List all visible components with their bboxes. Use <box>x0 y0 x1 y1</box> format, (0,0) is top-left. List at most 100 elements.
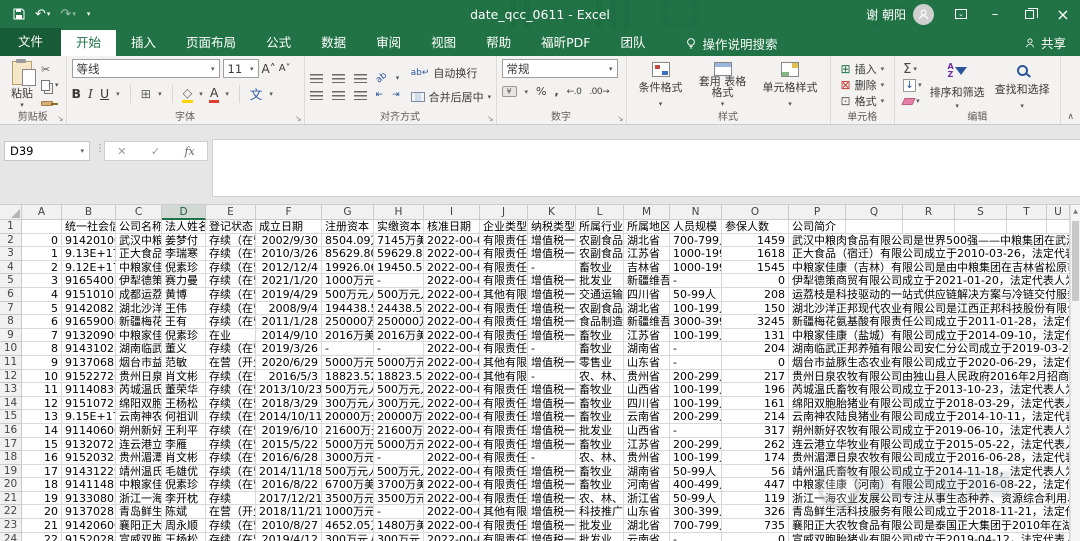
cell[interactable]: 批发业 <box>576 533 624 541</box>
cell[interactable]: 915203281 <box>62 451 116 465</box>
cell[interactable]: 湖南省 <box>624 342 670 356</box>
cell[interactable]: 50-99人 <box>670 288 722 302</box>
cell[interactable]: 绵阳双胞胎猪业有限公司 <box>116 397 162 411</box>
cell-header[interactable]: 注册资本 <box>322 220 374 234</box>
row-header-14[interactable]: 14 <box>0 397 22 411</box>
cell[interactable]: 朔州新好农牧有限公司 <box>116 424 162 438</box>
cell[interactable]: 陈斌 <box>162 505 206 519</box>
cell[interactable]: 畜牧业 <box>576 478 624 492</box>
fill-color-button[interactable]: ◇ <box>183 85 193 103</box>
cell[interactable]: 2022-00-00 <box>424 492 480 506</box>
cell[interactable]: 913706831 <box>62 356 116 370</box>
cell[interactable]: 湖北省 <box>624 302 670 316</box>
align-center-icon[interactable] <box>332 91 345 100</box>
cell[interactable]: 3000万元人民币 <box>322 451 374 465</box>
cell[interactable]: 农、林、牧、渔业 <box>576 451 624 465</box>
cell[interactable]: 正大食品（宿迁）有限公司 <box>116 247 162 261</box>
cell[interactable]: 14 <box>22 424 62 438</box>
cell[interactable]: 2 <box>22 261 62 275</box>
cell[interactable]: 9.12E+17 <box>62 261 116 275</box>
ribbon-tab-3[interactable]: 页面布局 <box>171 30 251 56</box>
cell[interactable]: 中粮家佳康（河南）有限公司成立于2016-08-22，法定代表人 <box>789 478 1070 492</box>
cell[interactable]: 增值税一般纳税人 <box>528 438 576 452</box>
cancel-entry-icon[interactable]: ✕ <box>117 145 126 158</box>
cell[interactable]: 18823.527 <box>322 370 374 384</box>
row-header-11[interactable]: 11 <box>0 356 22 370</box>
cell[interactable]: 食品制造业 <box>576 315 624 329</box>
cell[interactable]: 畜牧业 <box>576 410 624 424</box>
column-header-T[interactable]: T <box>1007 205 1047 220</box>
column-header-Q[interactable]: Q <box>846 205 903 220</box>
cell[interactable]: 6700万美元 <box>322 478 374 492</box>
confirm-entry-icon[interactable]: ✓ <box>151 145 160 158</box>
cell[interactable]: 其他有限责任公司 <box>480 356 528 370</box>
column-header-M[interactable]: M <box>624 205 670 220</box>
cell[interactable]: - <box>374 505 424 519</box>
cell[interactable]: 2010/8/27 <box>256 519 322 533</box>
cell[interactable]: 在业 <box>206 329 256 343</box>
cell[interactable]: 有限责任公司 <box>480 315 528 329</box>
ribbon-tab-8[interactable]: 帮助 <box>471 30 526 56</box>
cell-header[interactable]: 成立日期 <box>256 220 322 234</box>
cell[interactable]: 有限责任公司 <box>480 383 528 397</box>
cell[interactable]: 批发业 <box>576 424 624 438</box>
redo-button[interactable]: ↷▾ <box>57 7 78 22</box>
column-header-I[interactable]: I <box>424 205 480 220</box>
cell[interactable]: 2022-00-00 <box>424 288 480 302</box>
cell[interactable]: 在营（开业） <box>206 505 256 519</box>
cell[interactable]: 911408300 <box>62 383 116 397</box>
cell[interactable]: 0 <box>722 533 789 541</box>
row-header-19[interactable]: 19 <box>0 465 22 479</box>
cell[interactable]: 50-99人 <box>670 465 722 479</box>
cell[interactable]: 2019/6/10 <box>256 424 322 438</box>
cell[interactable]: 芮城温氏畜牧有限公司成立于2013-10-23，法定代表人为董荣 <box>789 383 1070 397</box>
cell[interactable]: 中粮家佳康（盐城）有限公司成立于2014-09-10，法定代表人 <box>789 329 1070 343</box>
cell[interactable]: 1000-1999人 <box>670 247 722 261</box>
row-header-16[interactable]: 16 <box>0 424 22 438</box>
cell[interactable]: 新疆维吾尔自治区 <box>624 315 670 329</box>
cell[interactable]: 2018/11/21 <box>256 505 322 519</box>
collapse-ribbon-button[interactable]: ∧ <box>1067 112 1074 122</box>
cell[interactable]: 100-199人 <box>670 397 722 411</box>
cell[interactable]: 16 <box>22 451 62 465</box>
cell[interactable]: 914310281 <box>62 342 116 356</box>
cell[interactable]: 194438.51 <box>322 302 374 316</box>
cell[interactable]: 9.13E+17 <box>62 247 116 261</box>
format-as-table-button[interactable]: 套用 表格格式▾ <box>690 59 756 111</box>
cell[interactable]: 烟台市益豚生态农业有限公司成立于2020-06-29，法定代表人 <box>789 356 1070 370</box>
close-button[interactable]: × <box>1046 0 1080 28</box>
cell[interactable]: 增值税一般纳税人 <box>528 519 576 533</box>
ribbon-tab-4[interactable]: 公式 <box>251 30 306 56</box>
cell-header[interactable] <box>1047 220 1070 234</box>
cell[interactable]: 4 <box>22 288 62 302</box>
cell[interactable]: 326 <box>722 505 789 519</box>
cell[interactable]: 15 <box>22 438 62 452</box>
row-header-18[interactable]: 18 <box>0 451 22 465</box>
cell[interactable]: 增值税一般纳税人 <box>528 424 576 438</box>
cell-header[interactable] <box>903 220 955 234</box>
cell[interactable]: 914312293 <box>62 465 116 479</box>
cell[interactable]: 增值税一般纳税人 <box>528 234 576 248</box>
cell[interactable]: 在营（开业） <box>206 356 256 370</box>
cell[interactable]: 2014/9/10 <box>256 329 322 343</box>
cell[interactable]: 1000万元人民币 <box>322 274 374 288</box>
cell-header[interactable] <box>955 220 1007 234</box>
font-color-button[interactable]: A <box>210 85 219 103</box>
pinyin-button[interactable]: 文 <box>250 84 263 103</box>
find-select-button[interactable]: 查找和选择▾ <box>990 59 1055 111</box>
cell[interactable]: 有限责任公司 <box>480 397 528 411</box>
cell[interactable]: 2022-00-00 <box>424 397 480 411</box>
cell[interactable]: 18823.527 <box>374 370 424 384</box>
column-header-J[interactable]: J <box>480 205 528 220</box>
cell[interactable]: 襄阳正大农牧食品有限公司是泰国正大集团于2010年在湖北省 <box>789 519 1070 533</box>
cell[interactable]: 有限责任公司 <box>480 478 528 492</box>
cell[interactable]: 董荣华 <box>162 383 206 397</box>
cell[interactable]: 2019/4/29 <box>256 288 322 302</box>
cell[interactable]: 有限责任公司 <box>480 451 528 465</box>
align-top-icon[interactable] <box>310 74 323 83</box>
cell[interactable]: 新疆梅花氨基酸有限责任公司 <box>116 315 162 329</box>
cell[interactable]: 畜牧业 <box>576 342 624 356</box>
cell[interactable]: 山西省 <box>624 383 670 397</box>
column-header-R[interactable]: R <box>903 205 955 220</box>
cell[interactable]: 何祖训 <box>162 410 206 424</box>
